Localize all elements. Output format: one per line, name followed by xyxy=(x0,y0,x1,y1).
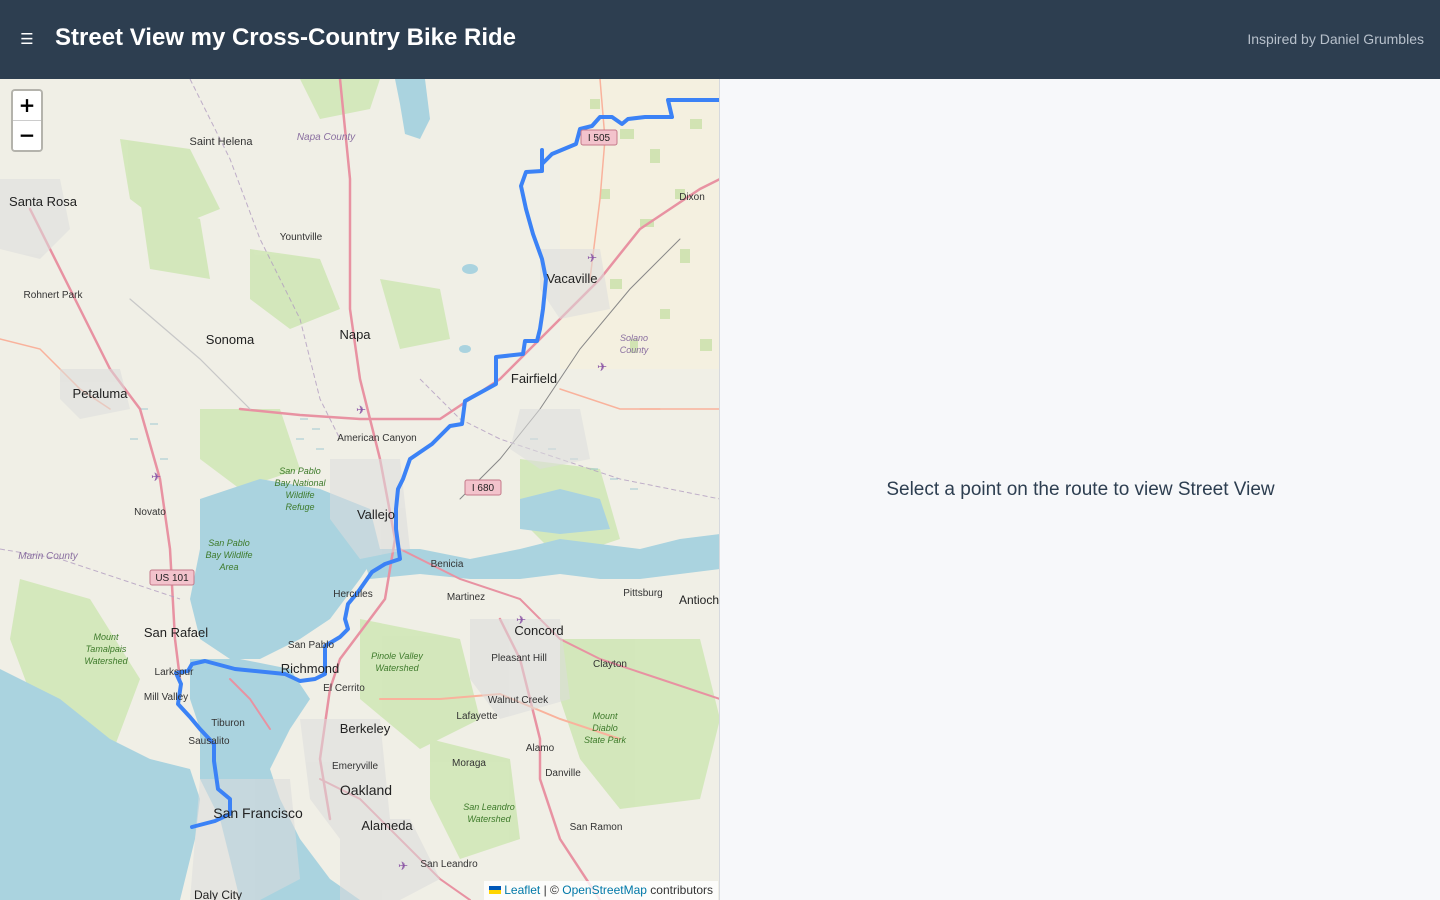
shield-i505: I 505 xyxy=(580,129,618,146)
zoom-in-button[interactable]: + xyxy=(13,91,41,121)
place-label: Berkeley xyxy=(340,721,391,736)
svg-text:US 101: US 101 xyxy=(155,573,189,584)
zoom-control: + − xyxy=(11,89,43,152)
place-label: Yountville xyxy=(280,232,323,243)
place-label: San Pablo xyxy=(288,640,335,651)
openstreetmap-link[interactable]: OpenStreetMap xyxy=(562,883,647,897)
zoom-out-button[interactable]: − xyxy=(13,121,41,150)
place-label: Saint Helena xyxy=(190,136,254,148)
menu-icon[interactable]: ☰ xyxy=(20,28,34,50)
attribution-separator: | © xyxy=(543,883,559,897)
place-label: Benicia xyxy=(431,559,464,570)
place-label: Clayton xyxy=(593,659,627,670)
place-label: Petaluma xyxy=(73,386,129,401)
place-label: Rohnert Park xyxy=(24,290,84,301)
svg-text:I 505: I 505 xyxy=(588,133,611,144)
place-label: San Rafael xyxy=(144,625,208,640)
airport-icon: ✈ xyxy=(587,251,597,265)
ukraine-flag-icon xyxy=(489,886,502,894)
shield-us101: US 101 xyxy=(149,569,195,586)
place-label: San Leandro xyxy=(420,859,478,870)
leaflet-link[interactable]: Leaflet xyxy=(504,883,540,897)
place-label: Napa xyxy=(339,327,371,342)
place-label: Martinez xyxy=(447,592,485,603)
place-label: Marin County xyxy=(18,551,78,562)
place-label: Daly City xyxy=(194,888,242,900)
place-label: Fairfield xyxy=(511,371,557,386)
place-label: Sonoma xyxy=(206,332,255,347)
route-map[interactable]: ✈ ✈ ✈ ✈ ✈ ✈ I 505 I 680 US 101 Santa Ros… xyxy=(0,79,720,900)
place-label: Moraga xyxy=(452,758,486,769)
airport-icon: ✈ xyxy=(356,403,366,417)
place-label: Danville xyxy=(545,768,581,779)
place-label: Alamo xyxy=(526,743,555,754)
airport-icon: ✈ xyxy=(151,470,161,484)
place-label: Pleasant Hill xyxy=(491,653,547,664)
place-label: Richmond xyxy=(281,661,340,676)
place-label: Tiburon xyxy=(211,718,245,729)
place-label: Napa County xyxy=(297,132,356,143)
airport-icon: ✈ xyxy=(398,859,408,873)
page-title: Street View my Cross-Country Bike Ride xyxy=(55,24,517,51)
shield-i680: I 680 xyxy=(464,479,502,496)
map-attribution: Leaflet | © OpenStreetMap contributors xyxy=(484,881,718,900)
place-label: Vacaville xyxy=(546,271,597,286)
place-label: American Canyon xyxy=(337,433,416,444)
place-label: San Francisco xyxy=(213,805,303,821)
place-label: Sausalito xyxy=(188,736,230,747)
street-view-pane: Select a point on the route to view Stre… xyxy=(721,79,1440,900)
street-view-placeholder: Select a point on the route to view Stre… xyxy=(886,478,1275,500)
place-label: Antioch xyxy=(679,593,719,607)
basemap[interactable]: ✈ ✈ ✈ ✈ ✈ ✈ I 505 I 680 US 101 Santa Ros… xyxy=(0,79,720,900)
airport-icon: ✈ xyxy=(597,360,607,374)
place-label: Oakland xyxy=(340,782,392,798)
place-label: Lafayette xyxy=(456,711,498,722)
place-label: Walnut Creek xyxy=(488,695,549,706)
attribution-contributors: contributors xyxy=(650,883,713,897)
place-label: Dixon xyxy=(679,192,705,203)
place-label: Santa Rosa xyxy=(9,194,78,209)
place-label: Vallejo xyxy=(357,507,395,522)
place-label: San Ramon xyxy=(570,822,623,833)
place-label: Emeryville xyxy=(332,761,379,772)
app-header: ☰ Street View my Cross-Country Bike Ride… xyxy=(0,0,1440,79)
credit-text: Inspired by Daniel Grumbles xyxy=(1247,31,1424,47)
place-label: Novato xyxy=(134,507,166,518)
place-label: Pittsburg xyxy=(623,588,662,599)
place-label: Larkspur xyxy=(155,667,195,678)
place-label: Concord xyxy=(514,623,563,638)
place-label: Alameda xyxy=(361,818,413,833)
svg-text:I 680: I 680 xyxy=(472,483,495,494)
place-label: El Cerrito xyxy=(323,683,365,694)
place-label: Mill Valley xyxy=(144,692,188,703)
place-label: Hercules xyxy=(333,589,372,600)
